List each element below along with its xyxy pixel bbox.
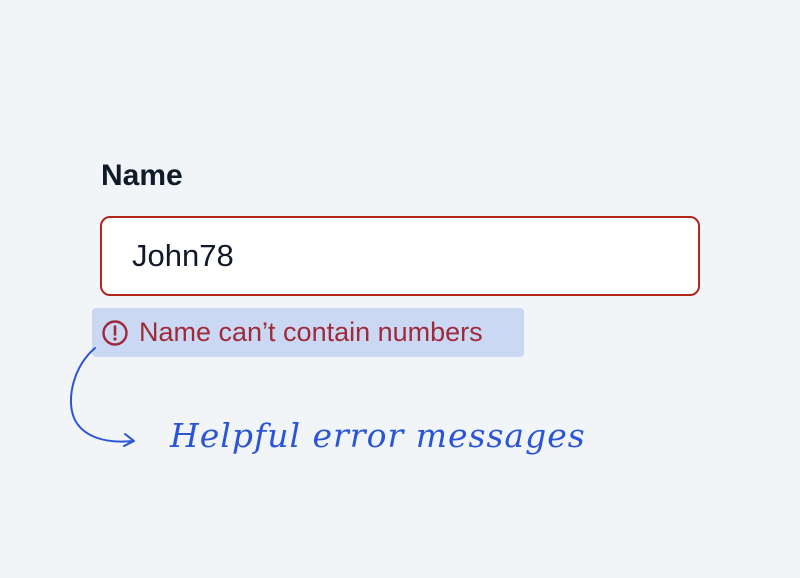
error-message-text: Name can’t contain numbers <box>139 317 483 347</box>
name-label: Name <box>101 159 183 192</box>
name-input[interactable] <box>100 216 700 296</box>
curved-arrow-icon <box>70 347 135 447</box>
annotation-text: Helpful error messages <box>170 416 586 455</box>
error-message: Name can’t contain numbers <box>92 308 524 357</box>
